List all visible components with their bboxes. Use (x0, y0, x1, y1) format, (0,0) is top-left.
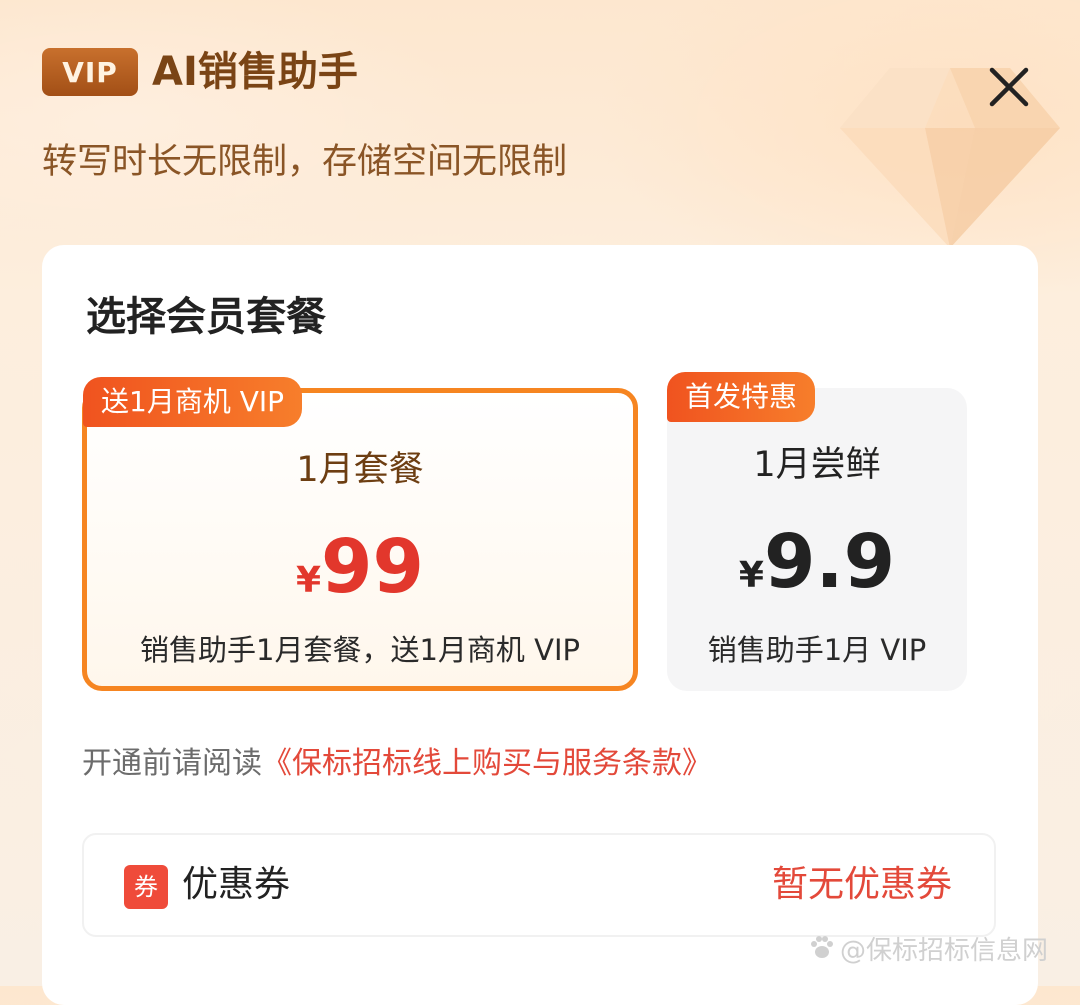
app-title: AI销售助手 (152, 49, 358, 95)
vip-badge-text: VIP (62, 55, 118, 89)
watermark: @保标招标信息网 (808, 930, 1048, 966)
plan-price: ¥99 (87, 527, 633, 627)
coupon-icon: 券 (124, 865, 168, 909)
terms-link[interactable]: 《保标招标线上购买与服务条款》 (262, 746, 712, 781)
vip-badge: VIP (42, 48, 138, 96)
plan-option-monthly[interactable]: 送1月商机 VIP 1月套餐 ¥99 销售助手1月套餐，送1月商机 VIP (82, 377, 638, 691)
diamond-icon (840, 68, 1060, 248)
price-value: 99 (321, 524, 425, 610)
coupon-label: 优惠券 (182, 864, 291, 905)
coupon-status: 暂无优惠券 (771, 864, 952, 905)
price-currency: ¥ (295, 560, 322, 601)
terms-prefix: 开通前请阅读 (82, 746, 262, 781)
terms-notice: 开通前请阅读《保标招标线上购买与服务条款》 (82, 742, 712, 786)
plan-option-trial[interactable]: 首发特惠 1月尝鲜 ¥9.9 销售助手1月 VIP (667, 372, 967, 691)
close-icon (989, 67, 1029, 107)
benefits-subtitle: 转写时长无限制，存储空间无限制 (42, 142, 568, 182)
paw-icon (811, 936, 833, 958)
plan-price: ¥9.9 (667, 522, 967, 622)
section-title: 选择会员套餐 (86, 294, 326, 340)
plan-promo-tag: 首发特惠 (667, 372, 816, 422)
watermark-text: @保标招标信息网 (840, 935, 1049, 966)
plan-name: 1月套餐 (296, 450, 424, 490)
plan-description: 销售助手1月 VIP (707, 633, 927, 667)
price-currency: ¥ (738, 555, 764, 596)
price-value: 9.9 (763, 519, 896, 605)
plan-promo-tag: 送1月商机 VIP (83, 377, 303, 427)
plan-name: 1月尝鲜 (753, 445, 881, 485)
close-button[interactable] (984, 62, 1034, 112)
coupon-row[interactable]: 券 优惠券 暂无优惠券 (82, 833, 996, 937)
membership-card: 选择会员套餐 送1月商机 VIP 1月套餐 ¥99 销售助手1月套餐，送1月商机… (42, 245, 1038, 1005)
plan-description: 销售助手1月套餐，送1月商机 VIP (140, 633, 580, 667)
